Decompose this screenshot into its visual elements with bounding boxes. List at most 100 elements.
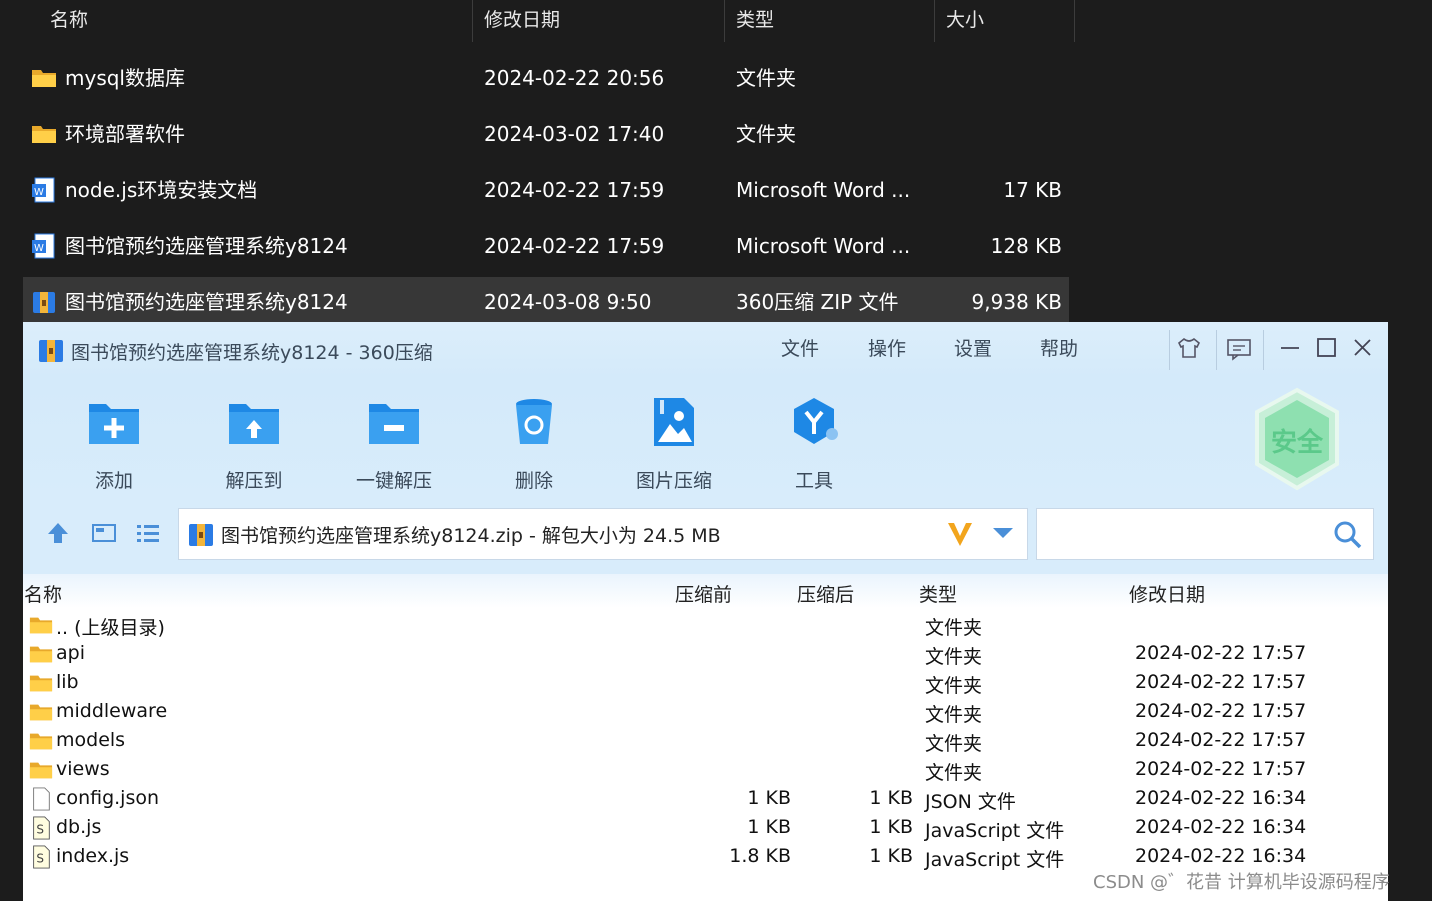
menu-help[interactable]: 帮助 (1040, 334, 1078, 361)
archive-item-modified: 2024-02-22 17:57 (1135, 671, 1307, 693)
file-row[interactable]: Wnode.js环境安装文档 2024-02-22 17:59 Microsoft … (23, 165, 1069, 215)
delete-button[interactable]: 删除 (479, 388, 589, 498)
v-logo-icon[interactable] (945, 519, 975, 549)
column-modified[interactable]: 修改日期 (1129, 580, 1205, 607)
column-modified[interactable]: 修改日期 (484, 0, 560, 42)
archive-row[interactable]: .. (上级目录) 文件夹 (23, 611, 1388, 640)
thumbnail-view-icon[interactable] (91, 520, 117, 546)
zip-window: 图书馆预约选座管理系统y8124 - 360压缩 文件 操作 设置 帮助 添加 (23, 322, 1388, 901)
archive-item-name: .. (上级目录) (56, 617, 165, 639)
window-title: 图书馆预约选座管理系统y8124 - 360压缩 (71, 342, 433, 364)
archive-row[interactable]: lib 文件夹 2024-02-22 17:57 (23, 669, 1388, 698)
chevron-down-icon[interactable] (991, 525, 1015, 541)
file-type: 文件夹 (736, 66, 796, 90)
file-modified: 2024-02-22 20:56 (484, 66, 665, 90)
extract-to-button[interactable]: 解压到 (199, 388, 309, 498)
archive-row[interactable]: models 文件夹 2024-02-22 17:57 (23, 727, 1388, 756)
image-compress-button[interactable]: 图片压缩 (619, 388, 729, 498)
one-click-extract-button[interactable]: 一键解压 (339, 388, 449, 498)
archive-item-type: JSON 文件 (925, 791, 1016, 813)
path-text: 图书馆预约选座管理系统y8124.zip - 解包大小为 24.5 MB (221, 525, 721, 547)
svg-text:S: S (36, 823, 44, 837)
archive-size-before: 1 KB (747, 816, 791, 838)
menu-settings[interactable]: 设置 (954, 334, 992, 361)
image-compress-label: 图片压缩 (635, 470, 712, 492)
folder-icon (29, 646, 53, 663)
recycle-bin-icon (516, 399, 552, 444)
file-name: node.js环境安装文档 (65, 178, 258, 202)
archive-item-modified: 2024-02-22 16:34 (1135, 787, 1307, 809)
search-field[interactable] (1036, 508, 1374, 560)
close-icon[interactable] (1349, 334, 1377, 362)
feedback-icon[interactable] (1225, 334, 1253, 362)
archive-size-before: 1 KB (747, 787, 791, 809)
maximize-icon[interactable] (1313, 334, 1341, 362)
file-row[interactable]: 环境部署软件 2024-03-02 17:40 文件夹 (23, 109, 1069, 159)
archive-size-after: 1 KB (869, 845, 913, 867)
column-size-after[interactable]: 压缩后 (797, 580, 854, 607)
minimize-icon[interactable] (1277, 334, 1305, 362)
archive-item-type: 文件夹 (925, 646, 983, 668)
tools-button[interactable]: 工具 (759, 388, 869, 498)
file-size: 17 KB (1003, 178, 1062, 202)
column-name[interactable]: 名称 (24, 580, 62, 607)
extract-to-label: 解压到 (225, 470, 283, 492)
archive-item-name: api (56, 642, 85, 664)
archive-row[interactable]: Sdb.js 1 KB 1 KB JavaScript 文件 2024-02-22 16… (23, 814, 1388, 843)
archive-item-name: models (56, 729, 126, 751)
column-divider[interactable] (724, 0, 725, 42)
security-badge[interactable]: 安全 (1247, 386, 1347, 494)
column-size-before[interactable]: 压缩前 (675, 580, 732, 607)
archive-row[interactable]: middleware 文件夹 2024-02-22 17:57 (23, 698, 1388, 727)
add-button[interactable]: 添加 (59, 388, 169, 498)
folder-icon (29, 704, 53, 721)
archive-row[interactable]: config.json 1 KB 1 KB JSON 文件 2024-02-22 16:… (23, 785, 1388, 814)
file-modified: 2024-03-08 9:50 (484, 290, 652, 314)
archive-row[interactable]: api 文件夹 2024-02-22 17:57 (23, 640, 1388, 669)
archive-item-type: JavaScript 文件 (925, 820, 1065, 842)
folder-icon (32, 126, 56, 143)
file-row[interactable]: 图书馆预约选座管理系统y8124 2024-03-08 9:50 360压缩 ZIP… (23, 277, 1069, 327)
divider (1263, 330, 1264, 370)
watermark: CSDN @゛花昔 计算机毕设源码程序 (1093, 872, 1390, 893)
column-divider[interactable] (472, 0, 473, 42)
menu-operation[interactable]: 操作 (868, 334, 906, 361)
extract-folder-icon (229, 404, 279, 444)
archive-item-modified: 2024-02-22 17:57 (1135, 758, 1307, 780)
column-type[interactable]: 类型 (919, 580, 957, 607)
security-badge-label: 安全 (1270, 428, 1323, 458)
file-explorer: 名称 修改日期 类型 大小 mysql数据库 2024-02-22 20:56 文件… (0, 0, 1432, 327)
archive-item-type: 文件夹 (925, 762, 983, 784)
column-divider[interactable] (934, 0, 935, 42)
column-size[interactable]: 大小 (946, 0, 984, 42)
folder-icon (32, 70, 56, 87)
file-name: mysql数据库 (65, 66, 185, 90)
file-type: Microsoft Word ... (736, 234, 911, 258)
list-view-icon[interactable] (135, 520, 161, 546)
word-document-icon: W (32, 233, 55, 259)
address-bar-row: 图书馆预约选座管理系统y8124.zip - 解包大小为 24.5 MB (23, 506, 1388, 574)
archive-item-name: views (56, 758, 110, 780)
file-modified: 2024-02-22 17:59 (484, 234, 665, 258)
archive-item-name: db.js (56, 816, 102, 838)
archive-item-name: lib (56, 671, 79, 693)
path-field[interactable]: 图书馆预约选座管理系统y8124.zip - 解包大小为 24.5 MB (178, 508, 1028, 560)
quick-extract-folder-icon (369, 404, 419, 444)
json-file-icon (33, 787, 50, 811)
column-divider[interactable] (1074, 0, 1075, 42)
column-type[interactable]: 类型 (736, 0, 774, 42)
file-row[interactable]: mysql数据库 2024-02-22 20:56 文件夹 (23, 53, 1069, 103)
search-icon[interactable] (1333, 520, 1363, 550)
file-modified: 2024-02-22 17:59 (484, 178, 665, 202)
menu-file[interactable]: 文件 (781, 334, 819, 361)
skin-shirt-icon[interactable] (1175, 334, 1203, 362)
archive-item-modified: 2024-02-22 17:57 (1135, 700, 1307, 722)
up-arrow-icon[interactable] (45, 520, 71, 546)
file-row[interactable]: W 图书馆预约选座管理系统y8124 2024-02-22 17:59 Microso… (23, 221, 1069, 271)
archive-row[interactable]: views 文件夹 2024-02-22 17:57 (23, 756, 1388, 785)
file-name: 图书馆预约选座管理系统y8124 (65, 234, 348, 258)
tools-hexagon-icon (794, 398, 838, 444)
column-name[interactable]: 名称 (50, 0, 88, 42)
folder-icon (29, 675, 53, 692)
add-label: 添加 (94, 470, 133, 492)
